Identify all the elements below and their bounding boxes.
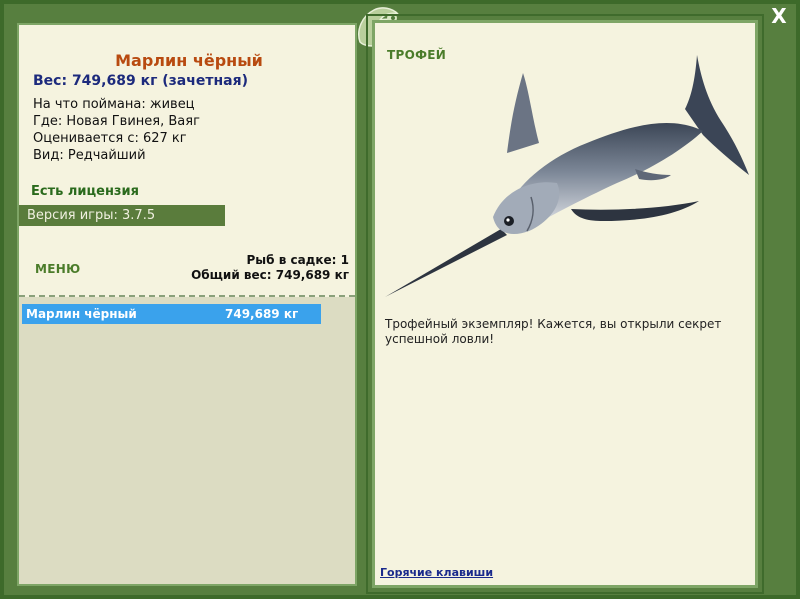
catch-list — [19, 297, 355, 584]
marlin-image — [385, 55, 749, 297]
keepnet-count: Рыб в садке: 1 — [246, 253, 350, 267]
catch-list-item[interactable]: Марлин чёрный 749,689 кг — [22, 304, 321, 324]
fish-info-panel: Марлин чёрный Вес: 749,689 кг (зачетная)… — [17, 23, 357, 586]
keepnet-summary: Рыб в садке: 1 Общий вес: 749,689 кг — [191, 253, 349, 283]
game-version: Версия игры: 3.7.5 — [19, 205, 225, 226]
rarity-info: Вид: Редчайший — [33, 148, 146, 163]
fish-weight: Вес: 749,689 кг (зачетная) — [33, 73, 248, 89]
fish-details: На что поймана: живец Где: Новая Гвинея,… — [33, 96, 200, 164]
fish-name-title: Марлин чёрный — [115, 51, 263, 70]
hotkeys-link[interactable]: Горячие клавиши — [380, 566, 493, 579]
keepnet-total-weight: Общий вес: 749,689 кг — [191, 268, 349, 282]
rated-from-info: Оценивается с: 627 кг — [33, 131, 187, 146]
catch-item-weight: 749,689 кг — [225, 307, 299, 321]
location-info: Где: Новая Гвинея, Ваяг — [33, 114, 200, 129]
menu-button[interactable]: МЕНЮ — [35, 262, 80, 276]
trophy-panel: ТРОФЕЙ Трофейный экземпляр! Кажется, вы … — [372, 20, 758, 588]
catch-item-name: Марлин чёрный — [26, 307, 137, 321]
trophy-description: Трофейный экземпляр! Кажется, вы открыли… — [385, 317, 722, 346]
close-button[interactable]: X — [768, 5, 790, 27]
license-status: Есть лицензия — [31, 184, 139, 199]
bait-info: На что поймана: живец — [33, 97, 195, 112]
